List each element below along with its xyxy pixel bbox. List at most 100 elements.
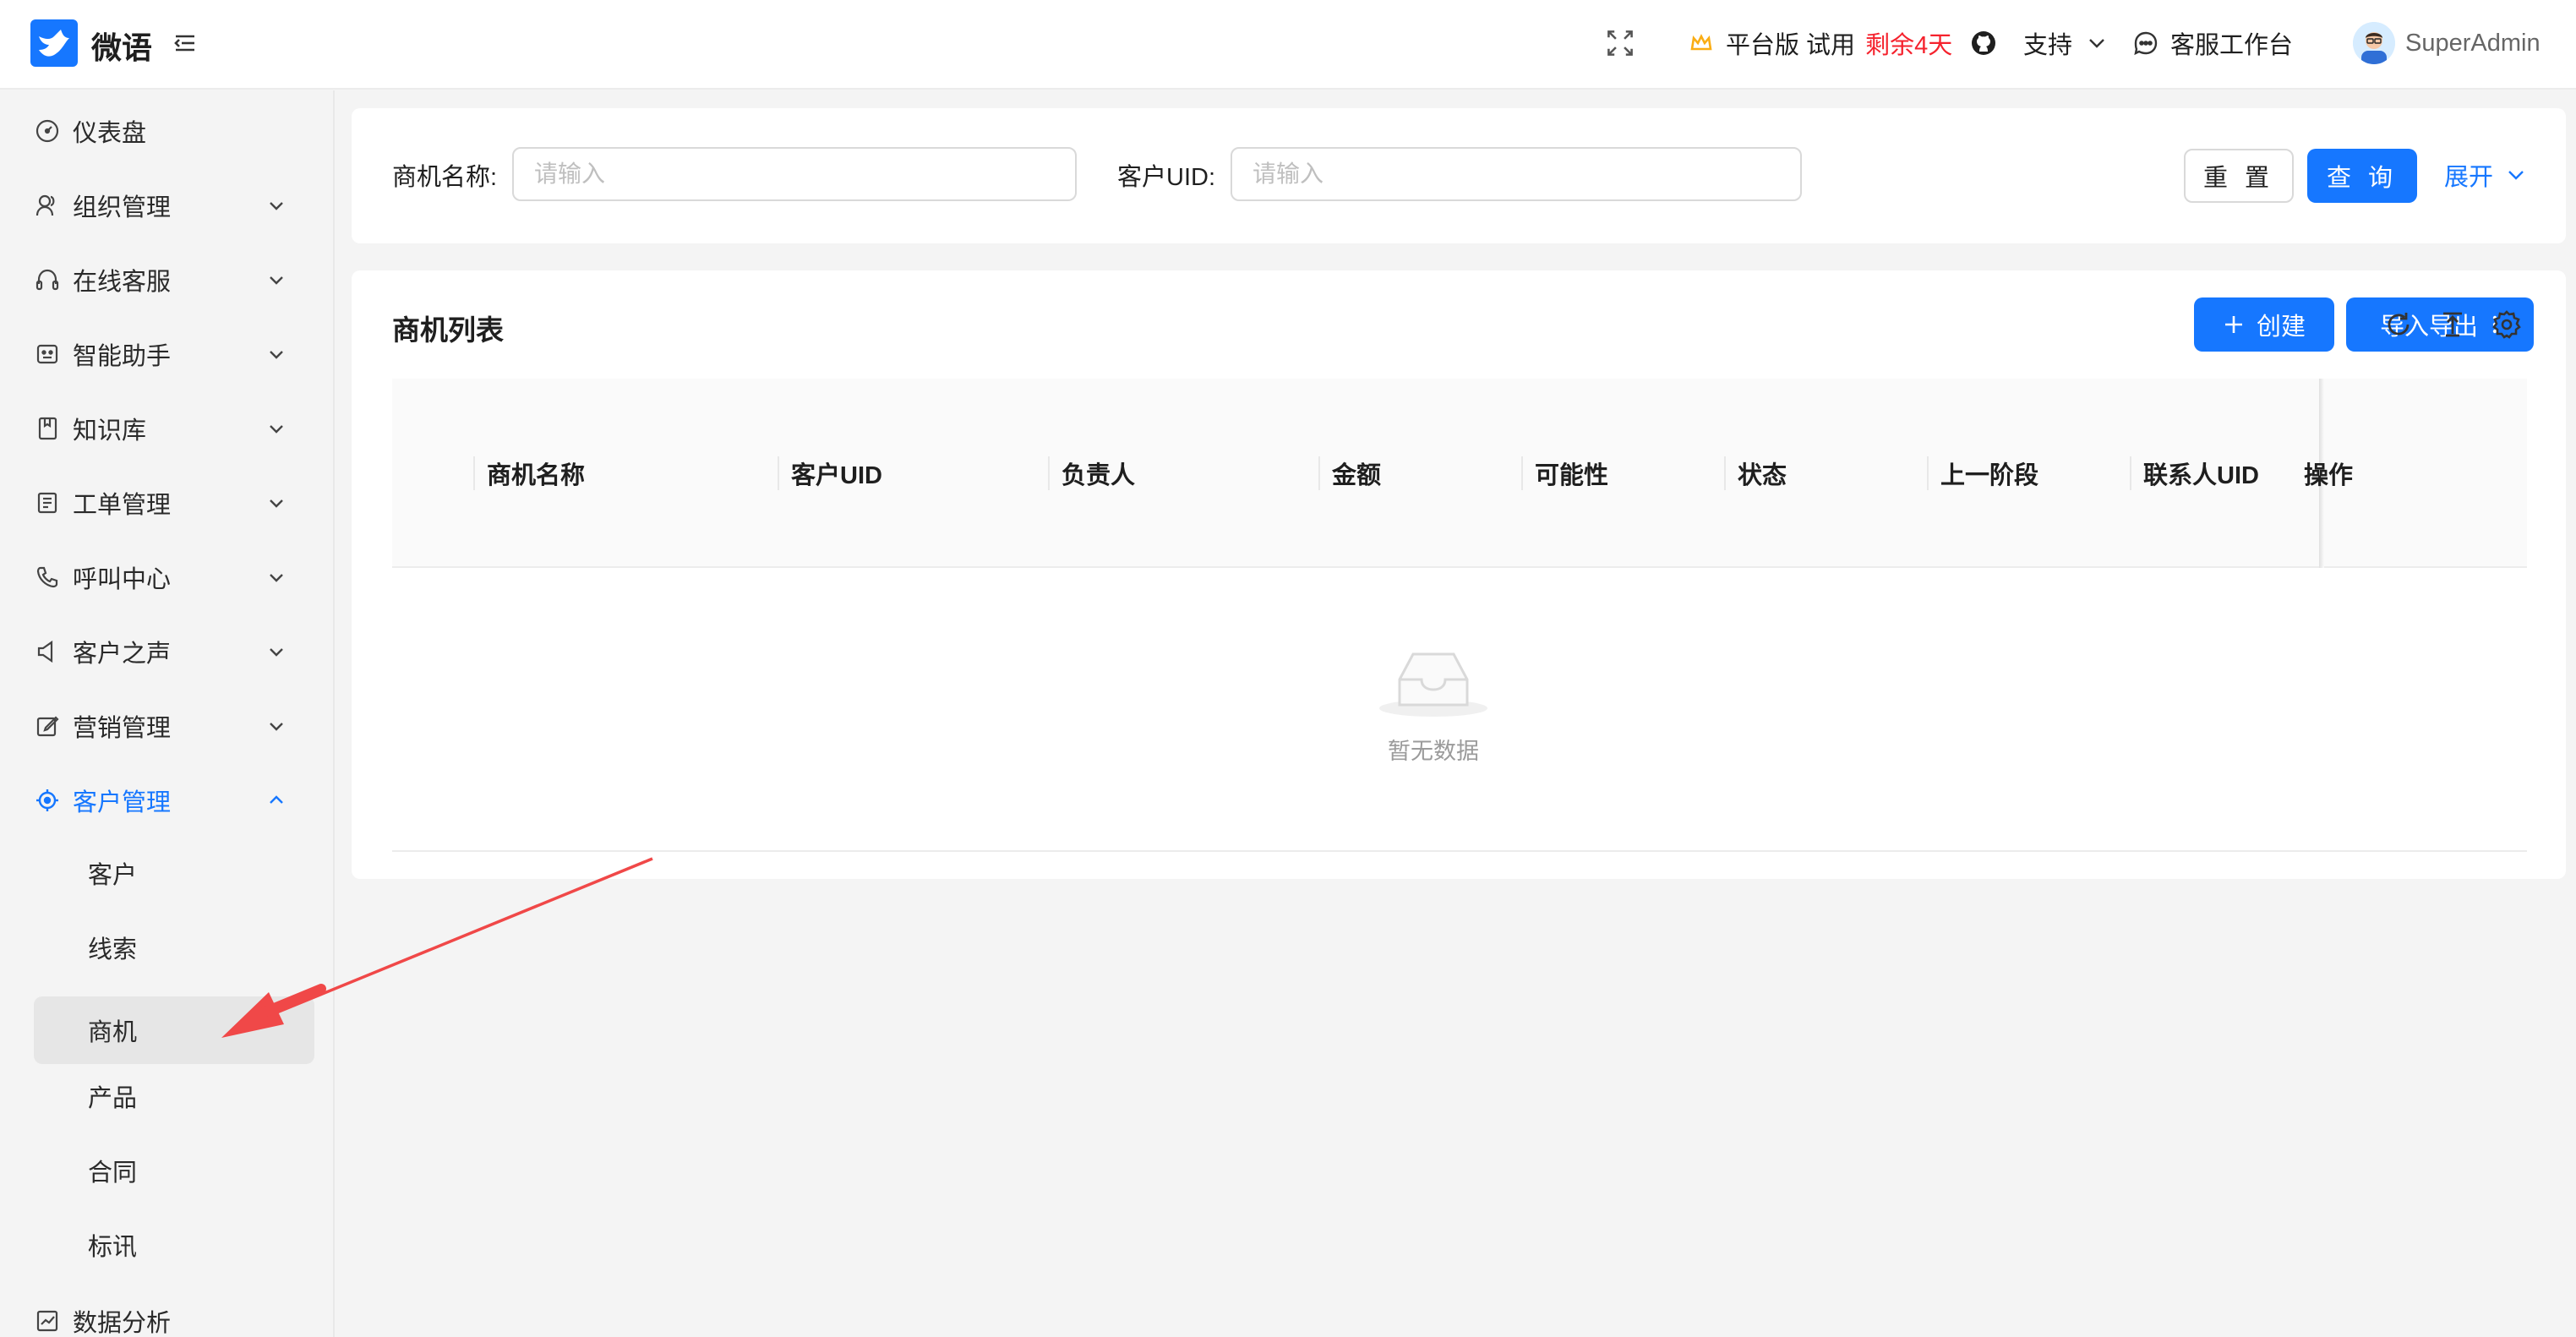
sidebar-item-label: 智能助手 xyxy=(73,343,172,370)
chevron-down-icon xyxy=(270,202,283,210)
sidebar-subitem-bid[interactable]: 标讯 xyxy=(34,1211,314,1279)
empty-state: 暂无数据 xyxy=(1349,642,1518,766)
reset-button-label: 重 置 xyxy=(2202,165,2275,192)
sidebar-item-analytics[interactable]: 数据分析 xyxy=(34,1287,304,1337)
dashboard-icon xyxy=(34,117,61,145)
sidebar-item-voice[interactable]: 客户之声 xyxy=(34,618,304,685)
workbench-link[interactable]: 客服工作台 xyxy=(2131,25,2293,61)
create-button[interactable]: 创建 xyxy=(2194,297,2334,352)
trial-remaining: 剩余4天 xyxy=(1865,32,1953,59)
sidebar-subitem-label: 产品 xyxy=(88,1085,138,1112)
top-header: 微语 平台版 试用 剩余4天 支持 客服工作台 SuperAdmin xyxy=(0,0,2576,90)
sidebar-subitem-customer[interactable]: 客户 xyxy=(34,839,314,907)
column-height-icon[interactable] xyxy=(2436,308,2470,341)
query-button[interactable]: 查 询 xyxy=(2307,149,2417,203)
chevron-down-icon xyxy=(270,276,283,285)
sidebar-item-customer-mgmt[interactable]: 客户管理 xyxy=(34,767,304,834)
chevron-down-icon xyxy=(270,499,283,508)
sidebar-item-label: 呼叫中心 xyxy=(73,566,172,593)
column-header-amount[interactable]: 金额 xyxy=(1332,379,1381,568)
sidebar-item-org[interactable]: 组织管理 xyxy=(34,172,304,239)
ticket-icon xyxy=(34,489,61,516)
name-filter-label: 商机名称: xyxy=(392,164,498,191)
sidebar-subitem-product[interactable]: 产品 xyxy=(34,1062,314,1130)
sound-icon xyxy=(34,638,61,665)
table-header: 商机名称 客户UID 负责人 金额 可能性 状态 上一阶段 联系人UID 操作 xyxy=(392,379,2527,568)
sidebar-item-marketing[interactable]: 营销管理 xyxy=(34,692,304,760)
sidebar-item-ticket[interactable]: 工单管理 xyxy=(34,469,304,537)
sidebar-subitem-contract[interactable]: 合同 xyxy=(34,1137,314,1204)
sidebar-item-online-service[interactable]: 在线客服 xyxy=(34,246,304,314)
chart-icon xyxy=(34,1307,61,1334)
sidebar-item-label: 仪表盘 xyxy=(73,120,147,147)
sidebar-item-dashboard[interactable]: 仪表盘 xyxy=(34,97,304,165)
sidebar-subitem-label: 商机 xyxy=(88,1019,138,1046)
sidebar-subitem-lead[interactable]: 线索 xyxy=(34,914,314,981)
table-bottom-divider xyxy=(392,850,2527,852)
table-title: 商机列表 xyxy=(392,314,504,346)
sidebar-item-label: 营销管理 xyxy=(73,715,172,742)
query-button-label: 查 询 xyxy=(2326,165,2399,192)
sidebar-item-label: 组织管理 xyxy=(73,194,172,221)
plus-icon xyxy=(2224,316,2242,333)
phone-icon xyxy=(34,564,61,591)
aim-icon xyxy=(34,787,61,814)
robot-icon xyxy=(34,341,61,368)
chat-icon xyxy=(2131,29,2160,57)
user-menu[interactable]: SuperAdmin xyxy=(2353,22,2541,64)
column-header-owner[interactable]: 负责人 xyxy=(1062,379,1135,568)
sidebar-item-label: 数据分析 xyxy=(73,1310,172,1337)
expand-toggle[interactable]: 展开 xyxy=(2444,157,2527,193)
column-header-name[interactable]: 商机名称 xyxy=(487,379,585,568)
column-header-probability[interactable]: 可能性 xyxy=(1535,379,1608,568)
sidebar-subitem-label: 线索 xyxy=(88,936,138,963)
column-header-uid[interactable]: 客户UID xyxy=(791,379,882,568)
settings-gear-icon[interactable] xyxy=(2490,308,2524,341)
book-icon xyxy=(34,415,61,442)
sidebar-item-ai-assistant[interactable]: 智能助手 xyxy=(34,320,304,388)
search-form: 商机名称: 客户UID: 重 置 查 询 展开 xyxy=(352,108,2566,243)
chevron-down-icon xyxy=(270,574,283,582)
sidebar-item-call-center[interactable]: 呼叫中心 xyxy=(34,543,304,611)
refresh-icon[interactable] xyxy=(2382,308,2415,341)
github-icon[interactable] xyxy=(1969,29,1998,57)
sidebar-subitem-opportunity[interactable]: 商机 xyxy=(34,996,314,1064)
chevron-down-icon xyxy=(270,351,283,359)
headset-icon xyxy=(34,266,61,293)
fullscreen-icon[interactable] xyxy=(1606,29,1635,57)
sidebar-item-label: 知识库 xyxy=(73,417,147,445)
opportunity-table-card: 商机列表 创建 导入导出 商机名称 客户UID 负责人 金额 可能性 状态 上一… xyxy=(352,270,2566,879)
sidebar-item-knowledge[interactable]: 知识库 xyxy=(34,395,304,462)
support-dropdown[interactable]: 支持 xyxy=(2023,25,2111,61)
chevron-down-icon xyxy=(2508,171,2524,180)
column-header-status[interactable]: 状态 xyxy=(1738,379,1787,568)
chevron-down-icon xyxy=(2082,29,2111,57)
uid-filter-label: 客户UID: xyxy=(1117,164,1216,191)
sidebar-item-label: 客户管理 xyxy=(73,789,172,816)
menu-collapse-icon[interactable] xyxy=(172,30,198,56)
opportunity-name-input[interactable] xyxy=(512,147,1077,201)
create-button-label: 创建 xyxy=(2256,314,2306,341)
plan-label: 平台版 试用 xyxy=(1726,32,1856,59)
support-label: 支持 xyxy=(2023,32,2073,59)
sidebar-subitem-label: 标讯 xyxy=(88,1234,138,1261)
logo-icon[interactable] xyxy=(30,19,78,67)
edit-icon xyxy=(34,712,61,739)
sidebar-subitem-label: 客户 xyxy=(88,862,138,889)
avatar xyxy=(2353,22,2395,64)
chevron-down-icon xyxy=(270,723,283,731)
plan-badge[interactable]: 平台版 试用 剩余4天 xyxy=(1687,25,1952,61)
chevron-down-icon xyxy=(270,425,283,434)
team-icon xyxy=(34,192,61,219)
column-header-prev-stage[interactable]: 上一阶段 xyxy=(1940,379,2038,568)
sidebar-item-label: 客户之声 xyxy=(73,641,172,668)
empty-text: 暂无数据 xyxy=(1388,739,1479,764)
sidebar-subitem-label: 合同 xyxy=(88,1160,138,1187)
customer-uid-input[interactable] xyxy=(1231,147,1802,201)
reset-button[interactable]: 重 置 xyxy=(2184,149,2294,203)
empty-inbox-icon xyxy=(1379,652,1487,717)
column-header-contact-uid[interactable]: 联系人UID xyxy=(2143,379,2259,568)
sidebar: 仪表盘 组织管理 在线客服 智能助手 知识库 工单管理 呼叫中心 客户之声 营销… xyxy=(0,90,335,1337)
sidebar-item-label: 在线客服 xyxy=(73,269,172,296)
username: SuperAdmin xyxy=(2405,29,2541,57)
